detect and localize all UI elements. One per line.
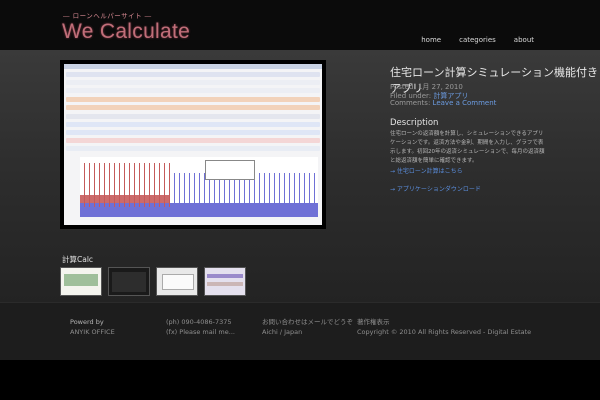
thumb-content — [64, 274, 98, 286]
chart-bar — [259, 173, 260, 207]
chart-bar — [139, 163, 140, 207]
chart-bar — [274, 173, 275, 207]
app-toolbar-row — [66, 146, 320, 151]
app-toolbar-row — [66, 72, 320, 77]
thumb-content — [207, 282, 243, 286]
app-input-row — [66, 88, 320, 93]
chart-bar — [84, 163, 85, 207]
app-result-row — [66, 122, 320, 127]
app-screenshot[interactable] — [60, 60, 326, 229]
logo-tagline: ― ローンヘルパーサイト ― — [63, 12, 152, 20]
leave-comment-link[interactable]: Leave a Comment — [433, 99, 497, 107]
chart-bar — [264, 173, 265, 207]
site-footer: Powerd by ANYIK OFFICE (ph) 090-4086-737… — [0, 302, 600, 361]
nav-home[interactable]: home — [421, 36, 441, 44]
chart-bar — [164, 163, 165, 207]
thumbnail-1[interactable] — [60, 267, 102, 296]
app-result-row — [66, 138, 320, 143]
post-comments: Comments: Leave a Comment — [390, 99, 496, 107]
chart-bar — [279, 173, 280, 207]
chart-bar — [114, 163, 115, 207]
chart-bar — [294, 173, 295, 207]
app-chart — [80, 157, 318, 217]
chart-bar — [299, 173, 300, 207]
chart-bar — [124, 163, 125, 207]
app-input-row-highlight — [66, 97, 320, 102]
footer-copyright: 著作権表示 Copyright © 2010 All Rights Reserv… — [357, 317, 531, 337]
thumb-content — [207, 274, 243, 278]
chart-bar — [309, 173, 310, 207]
footer-powered-label: Powerd by — [70, 318, 104, 326]
chart-bar — [194, 173, 195, 207]
chart-bar — [289, 173, 290, 207]
thumb-content — [112, 272, 146, 292]
footer-inquiry: お問い合わせはメールでどうぞ Aichi / Japan — [262, 317, 353, 337]
footer-powered: Powerd by ANYIK OFFICE — [70, 317, 115, 337]
chart-bar — [109, 163, 110, 207]
app-input-row — [66, 80, 320, 85]
thumb-content — [162, 274, 194, 290]
footer-copyright-label: 著作権表示 — [357, 318, 390, 326]
footer-fax: (fx) Please mail me... — [166, 328, 235, 336]
description-heading: Description — [390, 118, 439, 128]
description-text: 住宅ローンの返済額を計算し、シミュレーションできるアプリケーションです。返済方法… — [390, 131, 545, 164]
app-input-row-highlight — [66, 105, 320, 110]
page-bottom — [0, 360, 600, 400]
chart-bar — [149, 163, 150, 207]
app-titlebar — [64, 64, 322, 69]
nav-about[interactable]: about — [514, 36, 534, 44]
site-header: ― ローンヘルパーサイト ― We Calculate home categor… — [0, 0, 600, 50]
chart-bar — [184, 173, 185, 207]
main-nav: home categories about — [421, 36, 534, 44]
chart-bar — [159, 163, 160, 207]
footer-inquiry-text: お問い合わせはメールでどうぞ — [262, 318, 353, 326]
chart-bar — [189, 173, 190, 207]
comments-label: Comments: — [390, 99, 431, 107]
chart-bar — [144, 163, 145, 207]
download-link[interactable]: → アプリケーションダウンロード — [390, 184, 481, 193]
app-result-row — [66, 130, 320, 135]
thumbnail-4[interactable] — [204, 267, 246, 296]
chart-tooltip — [205, 160, 255, 180]
chart-bar — [134, 163, 135, 207]
site-logo[interactable]: We Calculate — [62, 20, 190, 44]
chart-bar — [179, 173, 180, 207]
calc-section-title: 計算Calc — [62, 255, 94, 264]
nav-categories[interactable]: categories — [459, 36, 496, 44]
chart-bar — [199, 173, 200, 207]
thumbnail-2[interactable] — [108, 267, 150, 296]
chart-bar — [99, 163, 100, 207]
app-preview — [64, 64, 322, 225]
app-input-row — [66, 114, 320, 119]
chart-bar — [89, 163, 90, 207]
chart-bar — [129, 163, 130, 207]
chart-bar — [304, 173, 305, 207]
chart-bar — [154, 163, 155, 207]
footer-copyright-text: Copyright © 2010 All Rights Reserved - D… — [357, 328, 532, 336]
footer-contact: (ph) 090-4086-7375 (fx) Please mail me..… — [166, 317, 235, 337]
chart-bar — [119, 163, 120, 207]
chart-bar — [169, 163, 170, 207]
thumbnail-3[interactable] — [156, 267, 198, 296]
chart-bar — [269, 173, 270, 207]
footer-powered-value: ANYIK OFFICE — [70, 328, 115, 336]
footer-phone: (ph) 090-4086-7375 — [166, 318, 232, 326]
footer-location: Aichi / Japan — [262, 328, 303, 336]
chart-bar — [314, 173, 315, 207]
chart-bar — [284, 173, 285, 207]
calc-link[interactable]: → 住宅ローン計算はこちら — [390, 166, 463, 175]
chart-bar — [104, 163, 105, 207]
chart-bar — [174, 173, 175, 207]
chart-bar — [94, 163, 95, 207]
